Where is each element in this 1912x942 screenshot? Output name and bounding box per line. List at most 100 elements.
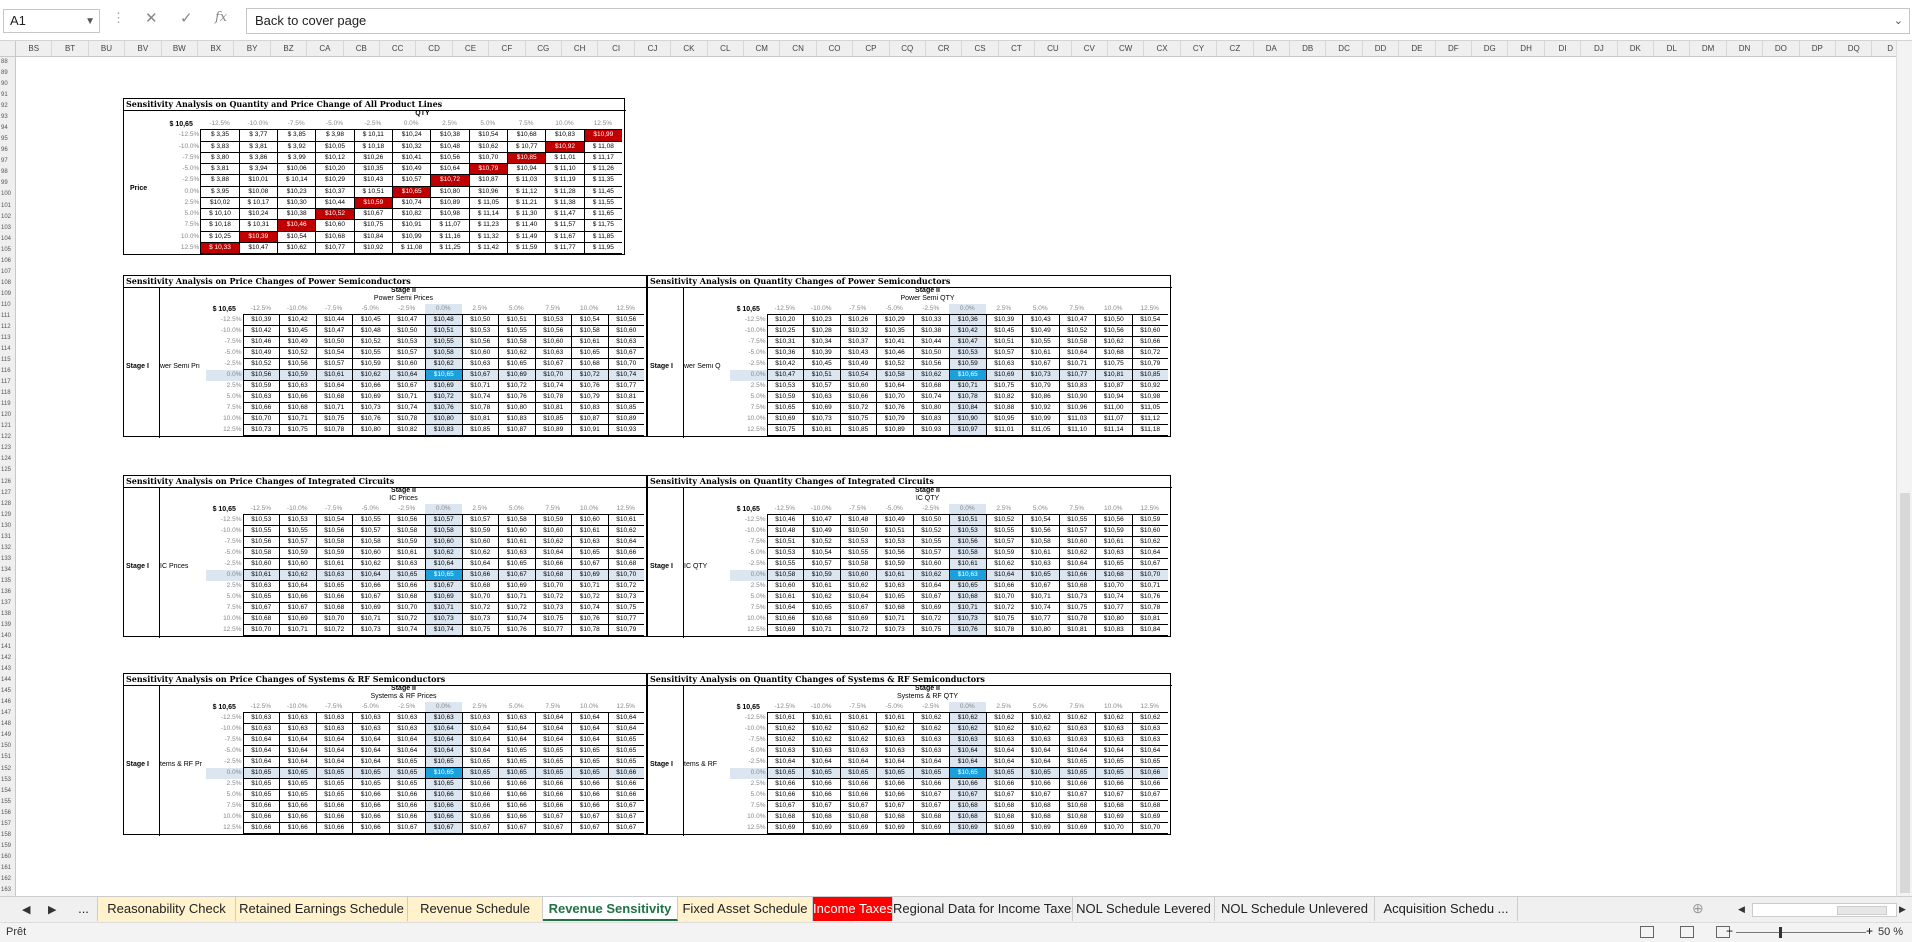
- row-header-156[interactable]: 156: [0, 808, 15, 819]
- sheet-tab[interactable]: Revenue Sensitivity: [543, 897, 678, 921]
- sensitivity-cell[interactable]: $10,77: [1058, 370, 1095, 381]
- sensitivity-cell[interactable]: $10,63: [607, 337, 644, 348]
- sensitivity-cell[interactable]: $10,69: [766, 414, 803, 425]
- sensitivity-cell[interactable]: $10,64: [279, 581, 316, 592]
- sensitivity-cell[interactable]: $10,65: [571, 768, 608, 779]
- sensitivity-cell[interactable]: $10,65: [1131, 757, 1168, 768]
- sensitivity-cell[interactable]: $10,58: [315, 537, 352, 548]
- sensitivity-cell[interactable]: $10,59: [279, 370, 316, 381]
- row-header-94[interactable]: 94: [0, 123, 15, 134]
- sensitivity-cell[interactable]: $10,65: [388, 570, 425, 581]
- column-header-DK[interactable]: DK: [1618, 41, 1654, 56]
- sensitivity-cell[interactable]: $10,89: [534, 425, 571, 436]
- sensitivity-cell[interactable]: $10,69: [912, 823, 949, 834]
- sensitivity-cell[interactable]: $10,87: [498, 425, 535, 436]
- sensitivity-cell[interactable]: $10,52: [912, 526, 949, 537]
- row-header-95[interactable]: 95: [0, 134, 15, 145]
- sensitivity-cell[interactable]: $10,62: [461, 548, 498, 559]
- sensitivity-cell[interactable]: $10,65: [949, 581, 986, 592]
- sensitivity-cell[interactable]: $10,76: [352, 414, 389, 425]
- sensitivity-cell[interactable]: $10,71: [279, 414, 316, 425]
- sensitivity-cell[interactable]: $ 10,31: [238, 220, 277, 232]
- sensitivity-cell[interactable]: $10,64: [949, 746, 986, 757]
- sensitivity-cell[interactable]: $10,53: [534, 315, 571, 326]
- sensitivity-cell[interactable]: $10,62: [1022, 724, 1059, 735]
- column-header-CS[interactable]: CS: [962, 41, 999, 56]
- column-header-CJ[interactable]: CJ: [635, 41, 672, 56]
- sensitivity-cell[interactable]: $10,71: [1058, 359, 1095, 370]
- sensitivity-cell[interactable]: $10,41: [876, 337, 913, 348]
- sensitivity-cell[interactable]: $10,83: [571, 403, 608, 414]
- sensitivity-cell[interactable]: $10,63: [1131, 735, 1168, 746]
- sensitivity-cell[interactable]: $10,59: [766, 392, 803, 403]
- sensitivity-cell[interactable]: $10,64: [1131, 548, 1168, 559]
- sensitivity-cell[interactable]: $10,61: [803, 713, 840, 724]
- sensitivity-cell[interactable]: $10,53: [766, 381, 803, 392]
- sensitivity-cell[interactable]: $10,65: [315, 790, 352, 801]
- sensitivity-cell[interactable]: $10,65: [498, 746, 535, 757]
- sensitivity-cell[interactable]: $10,87: [1095, 381, 1132, 392]
- sensitivity-cell[interactable]: $10,65: [425, 370, 462, 381]
- sensitivity-cell[interactable]: $10,75: [461, 625, 498, 636]
- sensitivity-cell[interactable]: $10,37: [315, 186, 354, 198]
- chevron-down-icon[interactable]: ▼: [85, 11, 95, 33]
- row-header-115[interactable]: 115: [0, 355, 15, 366]
- row-header-150[interactable]: 150: [0, 741, 15, 752]
- sensitivity-cell[interactable]: $10,63: [242, 392, 279, 403]
- sensitivity-cell[interactable]: $10,68: [876, 812, 913, 823]
- sensitivity-cell[interactable]: $ 11,21: [507, 197, 546, 209]
- sensitivity-cell[interactable]: $10,67: [839, 603, 876, 614]
- sensitivity-cell[interactable]: $ 3,85: [277, 130, 316, 142]
- sensitivity-cell[interactable]: $10,45: [985, 326, 1022, 337]
- sensitivity-cell[interactable]: $10,68: [1058, 812, 1095, 823]
- sensitivity-cell[interactable]: $10,88: [985, 403, 1022, 414]
- sensitivity-cell[interactable]: $ 11,59: [507, 242, 546, 254]
- sensitivity-cell[interactable]: $10,70: [607, 570, 644, 581]
- sensitivity-cell[interactable]: $10,65: [352, 768, 389, 779]
- sensitivity-cell[interactable]: $10,73: [534, 603, 571, 614]
- sensitivity-cell[interactable]: $10,69: [425, 592, 462, 603]
- sensitivity-cell[interactable]: $10,66: [985, 779, 1022, 790]
- sensitivity-cell[interactable]: $10,42: [279, 315, 316, 326]
- sensitivity-cell[interactable]: $10,79: [607, 625, 644, 636]
- sensitivity-cell[interactable]: $10,65: [425, 570, 462, 581]
- row-header-134[interactable]: 134: [0, 565, 15, 576]
- sensitivity-cell[interactable]: $10,64: [352, 735, 389, 746]
- sensitivity-cell[interactable]: $10,71: [803, 625, 840, 636]
- sensitivity-cell[interactable]: $10,65: [242, 790, 279, 801]
- sensitivity-cell[interactable]: $10,52: [803, 537, 840, 548]
- sensitivity-cell[interactable]: $10,74: [912, 392, 949, 403]
- sensitivity-cell[interactable]: $10,65: [279, 768, 316, 779]
- sensitivity-cell[interactable]: $10,65: [242, 592, 279, 603]
- sensitivity-cell[interactable]: $10,64: [461, 724, 498, 735]
- row-header-151[interactable]: 151: [0, 752, 15, 763]
- sensitivity-cell[interactable]: $10,43: [353, 175, 392, 187]
- column-header-BS[interactable]: BS: [16, 41, 53, 56]
- sensitivity-cell[interactable]: $10,73: [461, 614, 498, 625]
- sensitivity-cell[interactable]: $10,60: [534, 526, 571, 537]
- sensitivity-cell[interactable]: $10,65: [534, 757, 571, 768]
- sensitivity-cell[interactable]: $10,62: [912, 370, 949, 381]
- sensitivity-cell[interactable]: $10,68: [279, 403, 316, 414]
- row-header-125[interactable]: 125: [0, 465, 15, 476]
- sensitivity-cell[interactable]: $10,92: [353, 242, 392, 254]
- sensitivity-cell[interactable]: $10,66: [279, 823, 316, 834]
- sensitivity-cell[interactable]: $10,63: [839, 746, 876, 757]
- sensitivity-cell[interactable]: $10,66: [1131, 768, 1168, 779]
- sensitivity-cell[interactable]: $10,51: [876, 526, 913, 537]
- sensitivity-cell[interactable]: $10,42: [766, 359, 803, 370]
- sensitivity-cell[interactable]: $ 11,30: [507, 209, 546, 221]
- sensitivity-cell[interactable]: $10,62: [277, 242, 316, 254]
- sensitivity-cell[interactable]: $10,63: [461, 359, 498, 370]
- sensitivity-cell[interactable]: $10,65: [498, 359, 535, 370]
- sensitivity-cell[interactable]: $10,68: [461, 581, 498, 592]
- sensitivity-cell[interactable]: $10,61: [1022, 548, 1059, 559]
- sensitivity-cell[interactable]: $10,66: [242, 403, 279, 414]
- sensitivity-cell[interactable]: $11,07: [1095, 414, 1132, 425]
- sensitivity-cell[interactable]: $10,57: [315, 359, 352, 370]
- worksheet-grid[interactable]: Sensitivity Analysis on Quantity and Pri…: [16, 57, 1896, 896]
- sensitivity-cell[interactable]: $10,63: [388, 724, 425, 735]
- sensitivity-cell[interactable]: $10,74: [425, 625, 462, 636]
- sensitivity-cell[interactable]: $10,67: [1022, 359, 1059, 370]
- sensitivity-cell[interactable]: $10,74: [1095, 592, 1132, 603]
